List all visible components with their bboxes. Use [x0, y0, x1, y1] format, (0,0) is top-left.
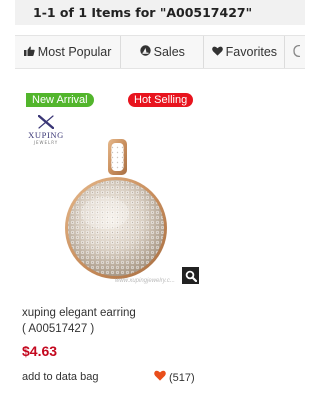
product-image-area[interactable]: New Arrival Hot Selling XUPING JEWELRY w… — [15, 85, 205, 290]
product-name[interactable]: xuping elegant earring — [22, 305, 202, 321]
hot-selling-badge: Hot Selling — [128, 93, 194, 107]
brand-x-mark-icon — [38, 115, 54, 129]
sort-bar: Most Popular Sales Favorites — [15, 35, 305, 69]
sort-tab-more[interactable] — [285, 36, 305, 68]
image-watermark: www.xupingjewelry.c... — [115, 278, 175, 284]
sort-tab-most-popular[interactable]: Most Popular — [15, 36, 122, 68]
thumbs-up-icon — [23, 45, 35, 59]
results-summary: 1-1 of 1 Items for "A00517427" — [15, 0, 305, 25]
add-to-data-bag-link[interactable]: add to data bag — [22, 370, 98, 384]
favorites-button[interactable]: (517) — [154, 370, 195, 385]
more-icon — [293, 44, 301, 60]
sort-tab-favorites[interactable]: Favorites — [204, 36, 286, 68]
sort-tab-label: Favorites — [225, 45, 278, 59]
product-photo — [65, 139, 167, 279]
magnifier-icon — [185, 270, 197, 282]
heart-icon — [211, 45, 223, 59]
sort-tab-label: Most Popular — [37, 45, 112, 59]
product-sku: ( A00517427 ) — [22, 323, 95, 335]
heart-icon — [154, 370, 166, 385]
sort-tab-label: Sales — [153, 45, 185, 59]
new-arrival-badge: New Arrival — [26, 93, 94, 107]
product-price: $4.63 — [22, 343, 58, 359]
zoom-button[interactable] — [182, 267, 199, 284]
sort-tab-sales[interactable]: Sales — [121, 36, 205, 68]
product-card: New Arrival Hot Selling XUPING JEWELRY w… — [15, 85, 205, 395]
favorites-count: (517) — [169, 371, 195, 384]
sales-gauge-icon — [139, 45, 151, 59]
